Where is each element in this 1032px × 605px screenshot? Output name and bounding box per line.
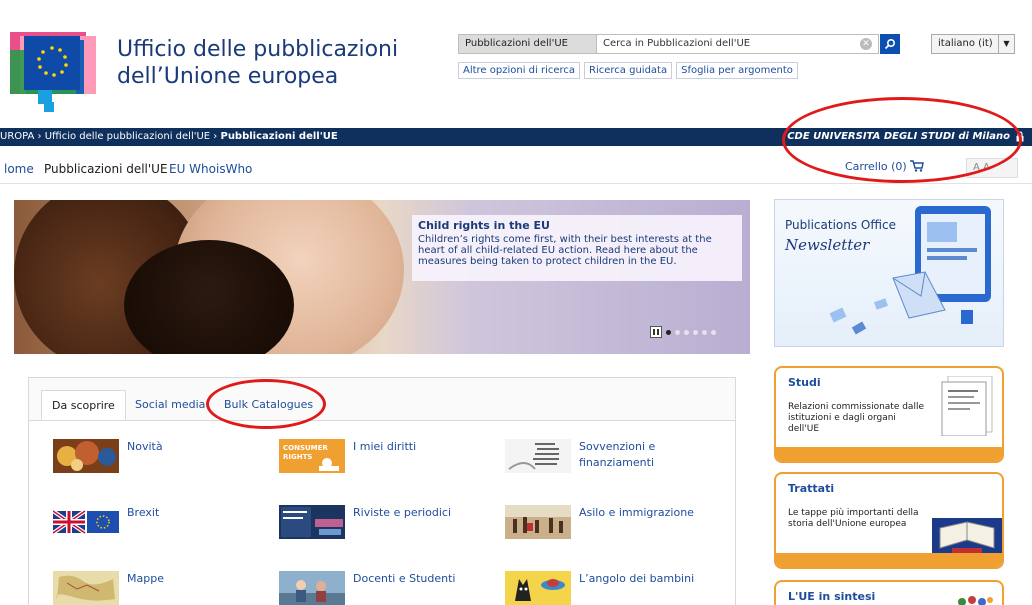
site-title-line1: Ufficio delle pubblicazioni <box>117 37 399 62</box>
guided-search-link[interactable]: Ricerca guidata <box>584 62 673 79</box>
language-select[interactable]: italiano (it) ▼ <box>931 34 1015 54</box>
nav-item-eu-whoiswho[interactable]: EU WhoisWho <box>169 162 252 176</box>
grid-item-label: L’angolo dei bambini <box>579 572 695 585</box>
carousel-dot[interactable] <box>702 329 707 335</box>
lock-icon[interactable] <box>1016 131 1024 142</box>
novita-thumbnail <box>53 439 119 473</box>
advanced-search-link[interactable]: Altre opzioni di ricerca <box>458 62 581 79</box>
promo-title[interactable]: L'UE in sintesi <box>788 590 875 603</box>
search-placeholder: Cerca in Pubblicazioni dell'UE <box>603 38 751 49</box>
user-account-name[interactable]: CDE UNIVERSITA DEGLI STUDI di Milano <box>787 128 1010 146</box>
hero-carousel[interactable]: Child rights in the EU Children’s rights… <box>14 200 750 354</box>
grid-item-miei-diritti[interactable]: CONSUMER RIGHTS I miei diritti <box>279 439 416 473</box>
grid-item-brexit[interactable]: Brexit <box>53 505 159 539</box>
grants-thumbnail <box>505 439 571 473</box>
grid-item-riviste[interactable]: Riviste e periodici <box>279 505 451 539</box>
site-title[interactable]: Ufficio delle pubblicazioni dell’Unione … <box>117 36 398 90</box>
newsletter-banner[interactable]: Publications Office Newsletter <box>774 199 1004 347</box>
main-navigation: lome Pubblicazioni dell'UE EU WhoisWho C… <box>0 146 1032 184</box>
promo-footer-bar <box>776 447 1002 461</box>
breadcrumb-current: Pubblicazioni dell'UE <box>220 131 338 142</box>
svg-text:CONSUMER: CONSUMER <box>283 444 328 452</box>
eu-publications-logo[interactable] <box>10 32 102 114</box>
grid-item-label: Docenti e Studenti <box>353 572 456 585</box>
brexit-thumbnail <box>53 505 119 539</box>
tab-bulk-catalogues[interactable]: Bulk Catalogues <box>214 390 323 420</box>
carousel-controls <box>650 326 716 338</box>
breadcrumb: UROPA › Ufficio delle pubblicazioni dell… <box>0 128 1032 146</box>
teachers-students-thumbnail <box>279 571 345 605</box>
carousel-dot[interactable] <box>675 329 680 335</box>
kids-corner-thumbnail <box>505 571 571 605</box>
carousel-dot[interactable] <box>684 329 689 335</box>
search-bar: Pubblicazioni dell'UE Cerca in Pubblicaz… <box>458 34 900 54</box>
nav-item-eu-publications[interactable]: Pubblicazioni dell'UE <box>44 162 168 176</box>
consumer-rights-thumbnail: CONSUMER RIGHTS <box>279 439 345 473</box>
hero-text: Children’s rights come first, with their… <box>418 234 712 267</box>
grid-item-sovvenzioni[interactable]: Sovvenzioni e finanziamenti <box>505 439 669 473</box>
eu-summary-illustration <box>958 596 993 605</box>
grid-item-label: Sovvenzioni e finanziamenti <box>579 440 656 469</box>
clear-search-icon[interactable]: ✕ <box>860 38 872 50</box>
asylum-thumbnail <box>505 505 571 539</box>
browse-by-subject-link[interactable]: Sfoglia per argomento <box>676 62 798 79</box>
promo-trattati[interactable]: Trattati Le tappe più importanti della s… <box>774 472 1004 569</box>
search-scope-select[interactable]: Pubblicazioni dell'UE <box>458 34 597 54</box>
cart-label: Carrello (0) <box>845 160 907 173</box>
promo-text: Relazioni commissionate dalle istituzion… <box>788 402 924 434</box>
breadcrumb-trail: UROPA › Ufficio delle pubblicazioni dell… <box>0 128 338 146</box>
svg-text:RIGHTS: RIGHTS <box>283 453 312 461</box>
site-header: Ufficio delle pubblicazioni dell’Unione … <box>0 0 1032 128</box>
grid-item-label: Asilo e immigrazione <box>579 506 694 519</box>
grid-item-label: Mappe <box>127 572 164 585</box>
promo-text: Le tappe più importanti della storia del… <box>788 508 919 529</box>
grid-item-docenti[interactable]: Docenti e Studenti <box>279 571 455 605</box>
search-icon <box>884 38 896 50</box>
search-input[interactable]: Cerca in Pubblicazioni dell'UE ✕ <box>597 34 879 54</box>
treaties-book-illustration <box>932 518 1002 558</box>
pause-icon[interactable] <box>650 326 662 338</box>
nav-item-home[interactable]: lome <box>4 162 34 176</box>
hero-title[interactable]: Child rights in the EU <box>418 219 736 232</box>
grid-item-label: Brexit <box>127 506 160 519</box>
language-label: italiano (it) <box>938 38 993 49</box>
tab-content: Novità CONSUMER RIGHTS I miei diritti So… <box>29 420 735 605</box>
newsletter-illustration <box>829 206 991 335</box>
grid-item-asilo[interactable]: Asilo e immigrazione <box>505 505 694 539</box>
magazines-thumbnail <box>279 505 345 539</box>
grid-item-label: I miei diritti <box>353 440 417 453</box>
carousel-dot[interactable] <box>666 329 671 335</box>
maps-thumbnail <box>53 571 119 605</box>
promo-title[interactable]: Studi <box>788 376 821 389</box>
search-button[interactable] <box>880 34 900 54</box>
font-size-controls[interactable]: A A <box>966 158 1018 178</box>
grid-item-novita[interactable]: Novità <box>53 439 163 473</box>
hero-caption[interactable]: Child rights in the EU Children’s rights… <box>412 215 742 281</box>
carousel-dot[interactable] <box>711 329 716 335</box>
cart-icon <box>910 160 925 172</box>
tab-social-media[interactable]: Social media <box>125 390 215 420</box>
grid-item-label: Novità <box>127 440 163 453</box>
chevron-down-icon: ▼ <box>998 35 1014 53</box>
grid-item-bambini[interactable]: L’angolo dei bambini <box>505 571 694 605</box>
tab-da-scoprire[interactable]: Da scoprire <box>41 390 126 420</box>
promo-footer-bar <box>776 553 1002 567</box>
search-links: Altre opzioni di ricerca Ricerca guidata… <box>458 62 798 79</box>
carousel-dot[interactable] <box>693 329 698 335</box>
grid-item-label: Riviste e periodici <box>353 506 452 519</box>
breadcrumb-links[interactable]: UROPA › Ufficio delle pubblicazioni dell… <box>0 131 220 142</box>
promo-title[interactable]: Trattati <box>788 482 834 495</box>
studies-document-illustration <box>941 376 993 436</box>
site-title-line2: dell’Unione europea <box>117 64 339 89</box>
promo-studi[interactable]: Studi Relazioni commissionate dalle isti… <box>774 366 1004 463</box>
cart-link[interactable]: Carrello (0) <box>845 160 925 173</box>
promo-ue-in-sintesi[interactable]: L'UE in sintesi <box>774 580 1004 605</box>
grid-item-mappe[interactable]: Mappe <box>53 571 164 605</box>
discover-tabs-panel: Da scoprire Social media Bulk Catalogues… <box>28 377 736 605</box>
